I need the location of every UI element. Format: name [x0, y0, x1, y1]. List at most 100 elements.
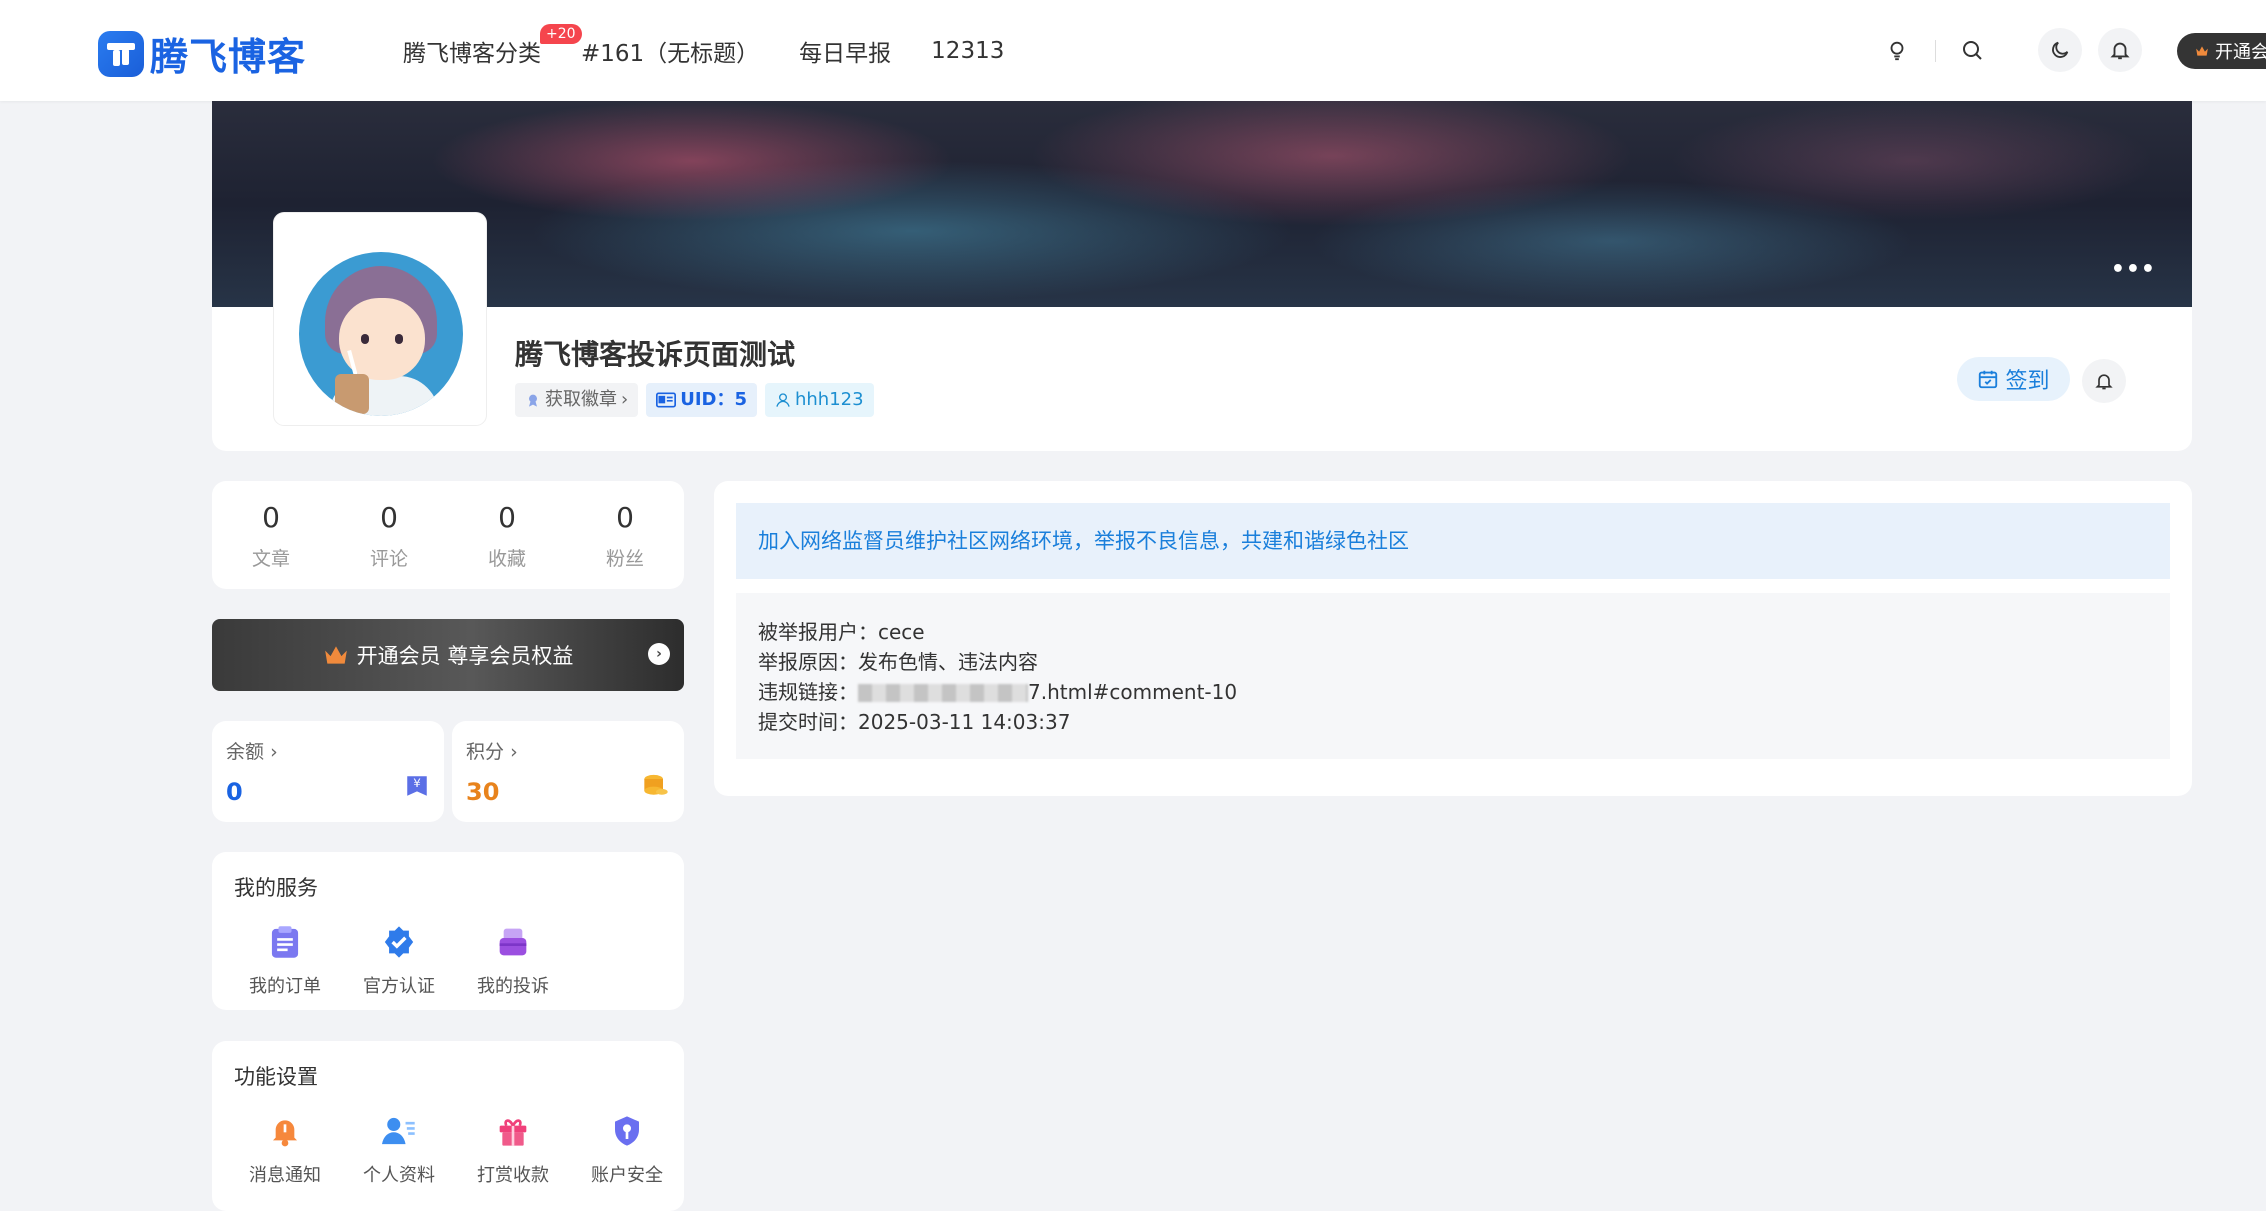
avatar[interactable]	[274, 213, 486, 425]
service-verification[interactable]: 官方认证	[342, 924, 456, 998]
svg-text:¥: ¥	[413, 776, 421, 790]
setting-label: 打赏收款	[477, 1165, 549, 1186]
more-icon[interactable]: •••	[2111, 257, 2156, 282]
setting-label: 个人资料	[363, 1165, 435, 1186]
nav-item-daily[interactable]: 每日早报	[799, 34, 891, 68]
nav-badge: +20	[540, 24, 582, 44]
stat-fans[interactable]: 0 粉丝	[566, 481, 684, 589]
report-detail: 被举报用户：cece 举报原因：发布色情、违法内容 违规链接： 7.html#co…	[736, 593, 2170, 759]
stat-value: 0	[380, 501, 398, 534]
signin-button[interactable]: 签到	[1957, 357, 2070, 401]
nav-item-untitled[interactable]: #161（无标题）	[581, 34, 759, 68]
follow-bell-button[interactable]	[2082, 359, 2126, 403]
top-header: 腾飞博客 腾飞博客分类 +20 #161（无标题） 每日早报 12313 开通会…	[0, 0, 2266, 101]
vip-promo-banner[interactable]: 开通会员 尊享会员权益 ›	[212, 619, 684, 691]
nav-item-label: 每日早报	[799, 41, 892, 67]
vip-button[interactable]: 开通会员	[2177, 33, 2266, 69]
reported-user-row: 被举报用户：cece	[758, 617, 2148, 647]
report-panel: 加入网络监督员维护社区网络环境，举报不良信息，共建和谐绿色社区 被举报用户：ce…	[714, 481, 2192, 796]
search-icon[interactable]	[1952, 30, 1992, 70]
stat-value: 0	[262, 501, 280, 534]
violation-link-row: 违规链接： 7.html#comment-10	[758, 677, 2148, 707]
site-logo[interactable]: 腾飞博客	[98, 26, 306, 81]
setting-notifications[interactable]: 消息通知	[228, 1113, 342, 1187]
profile-tags: 获取徽章 › UID：5 hhh123	[515, 383, 874, 417]
chevron-right-icon: ›	[510, 741, 518, 763]
chevron-right-icon: ›	[648, 643, 670, 665]
nav-item-label: 腾飞博客分类	[403, 41, 541, 67]
violation-link-value[interactable]: 7.html#comment-10	[1028, 680, 1237, 704]
verified-icon	[381, 924, 417, 960]
nav-item-12313[interactable]: 12313	[931, 38, 1004, 64]
user-icon	[776, 393, 790, 407]
settings-panel: 功能设置 消息通知 个人资料 打赏收款 账户安全	[212, 1041, 684, 1211]
avatar-image	[299, 252, 463, 416]
signin-label: 签到	[2005, 369, 2050, 394]
settings-title: 功能设置	[234, 1065, 318, 1089]
row-label: 违规链接：	[758, 680, 858, 704]
service-my-complaints[interactable]: 我的投诉	[456, 924, 570, 998]
id-card-icon	[656, 392, 677, 408]
service-label: 官方认证	[363, 976, 435, 997]
profile-card: ••• 腾飞博客投诉页面测试 获取徽章 › UID：5 hhh123 签到	[212, 101, 2192, 451]
main-nav: 腾飞博客分类 +20 #161（无标题） 每日早报 12313	[403, 24, 1004, 68]
header-divider	[1935, 40, 1936, 62]
bell-icon	[267, 1113, 303, 1149]
bell-icon[interactable]	[2098, 28, 2142, 72]
vip-button-label: 开通会员	[2215, 42, 2266, 63]
balance-label: 余额	[226, 741, 265, 763]
setting-profile[interactable]: 个人资料	[342, 1113, 456, 1187]
profile-name: 腾飞博客投诉页面测试	[515, 338, 796, 371]
setting-label: 消息通知	[249, 1165, 321, 1186]
service-my-orders[interactable]: 我的订单	[228, 924, 342, 998]
moon-icon[interactable]	[2038, 28, 2082, 72]
stat-label: 粉丝	[605, 548, 644, 570]
gift-icon	[495, 1113, 531, 1149]
logo-mark-icon	[98, 30, 144, 77]
my-services-title: 我的服务	[234, 876, 318, 900]
uid-tag: UID：5	[646, 383, 757, 417]
service-label: 我的投诉	[477, 976, 549, 997]
calendar-check-icon	[1979, 370, 1998, 389]
yuan-wallet-icon: ¥	[404, 773, 430, 803]
setting-security[interactable]: 账户安全	[570, 1113, 684, 1187]
submit-time-value: 2025-03-11 14:03:37	[858, 710, 1071, 734]
report-reason-row: 举报原因：发布色情、违法内容	[758, 647, 2148, 677]
user-stats: 0 文章 0 评论 0 收藏 0 粉丝	[212, 481, 684, 589]
stat-label: 收藏	[487, 548, 526, 570]
medal-icon	[529, 394, 537, 407]
nav-item-label: 12313	[931, 38, 1005, 64]
stat-label: 文章	[251, 548, 290, 570]
balance-card[interactable]: 余额 › 0 ¥	[212, 721, 444, 822]
points-label: 积分	[466, 741, 505, 763]
shield-icon	[609, 1113, 645, 1149]
report-reason-value: 发布色情、违法内容	[858, 650, 1038, 674]
redacted-url	[858, 684, 1028, 702]
points-card[interactable]: 积分 › 30	[452, 721, 684, 822]
setting-label: 账户安全	[591, 1165, 663, 1186]
row-label: 举报原因：	[758, 650, 858, 674]
stat-articles[interactable]: 0 文章	[212, 481, 330, 589]
setting-tips[interactable]: 打赏收款	[456, 1113, 570, 1187]
reported-user-value: cece	[878, 620, 925, 644]
points-value: 30	[466, 778, 500, 806]
stat-favorites[interactable]: 0 收藏	[448, 481, 566, 589]
stat-value: 0	[498, 501, 516, 534]
nav-item-label: #161（无标题）	[581, 41, 760, 67]
coins-icon	[642, 773, 670, 803]
crown-icon	[2196, 46, 2208, 56]
logo-text: 腾飞博客	[150, 35, 307, 79]
profile-icon	[381, 1113, 417, 1149]
my-services-panel: 我的服务 我的订单 官方认证 我的投诉	[212, 852, 684, 1010]
get-badge-link[interactable]: 获取徽章 ›	[515, 383, 639, 417]
stat-comments[interactable]: 0 评论	[330, 481, 448, 589]
uid-label: UID：5	[680, 389, 747, 410]
crown-icon	[324, 646, 347, 664]
chevron-right-icon: ›	[270, 741, 278, 763]
bulb-icon[interactable]	[1877, 30, 1917, 70]
bell-icon	[2095, 374, 2113, 390]
balance-value: 0	[226, 778, 243, 806]
stat-label: 评论	[369, 548, 408, 570]
chevron-right-icon: ›	[621, 389, 629, 410]
nav-item-category[interactable]: 腾飞博客分类 +20	[403, 24, 582, 68]
